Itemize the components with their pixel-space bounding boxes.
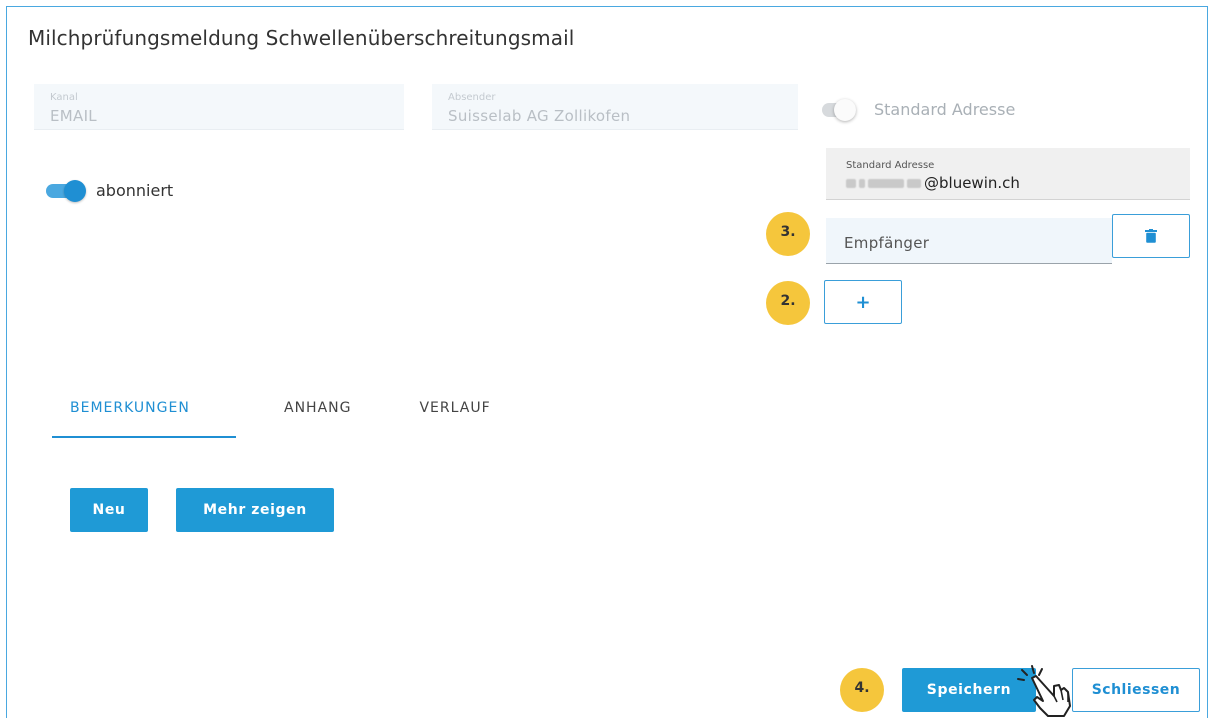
standard-address-domain: @bluewin.ch xyxy=(924,174,1020,192)
tab-bar: BEMERKUNGEN ANHANG VERLAUF xyxy=(52,400,491,438)
standard-address-field: Standard Adresse @bluewin.ch xyxy=(826,148,1190,200)
toggle-track xyxy=(46,179,86,202)
redacted-text xyxy=(907,178,921,188)
step-badge-3: 3. xyxy=(766,212,810,256)
trash-icon xyxy=(1145,229,1157,243)
toggle-knob xyxy=(834,98,856,121)
hand-pointer-icon xyxy=(1017,665,1071,717)
mehr-zeigen-button[interactable]: Mehr zeigen xyxy=(176,488,334,532)
tab-anhang[interactable]: ANHANG xyxy=(284,400,351,438)
kanal-field: Kanal EMAIL xyxy=(34,84,404,130)
step-badge-2: 2. xyxy=(766,281,810,325)
absender-field: Absender Suisselab AG Zollikofen xyxy=(432,84,798,130)
kanal-label: Kanal xyxy=(50,92,78,103)
standard-address-value: @bluewin.ch xyxy=(846,174,1190,192)
recipient-input[interactable]: Empfänger xyxy=(826,218,1112,264)
kanal-value: EMAIL xyxy=(50,107,97,125)
delete-recipient-button[interactable] xyxy=(1112,214,1190,258)
standard-adresse-toggle-label: Standard Adresse xyxy=(874,100,1016,119)
dialog-title: Milchprüfungsmeldung Schwellenüberschrei… xyxy=(28,26,575,50)
tab-verlauf[interactable]: VERLAUF xyxy=(419,400,490,438)
redacted-text xyxy=(868,178,904,188)
toggle-knob xyxy=(64,179,86,202)
absender-value: Suisselab AG Zollikofen xyxy=(448,107,631,125)
absender-label: Absender xyxy=(448,92,496,103)
add-recipient-button[interactable]: + xyxy=(824,280,902,324)
standard-adresse-toggle[interactable]: Standard Adresse xyxy=(822,98,1016,121)
abonniert-toggle[interactable]: abonniert xyxy=(46,179,174,202)
redacted-text xyxy=(846,178,856,188)
redacted-text xyxy=(859,178,865,188)
tab-bemerkungen[interactable]: BEMERKUNGEN xyxy=(52,400,236,438)
standard-address-label: Standard Adresse xyxy=(846,160,935,171)
step-badge-4: 4. xyxy=(840,668,884,712)
abonniert-toggle-label: abonniert xyxy=(96,181,174,200)
toggle-track xyxy=(822,98,856,121)
schliessen-button[interactable]: Schliessen xyxy=(1072,668,1200,712)
neu-button[interactable]: Neu xyxy=(70,488,148,532)
